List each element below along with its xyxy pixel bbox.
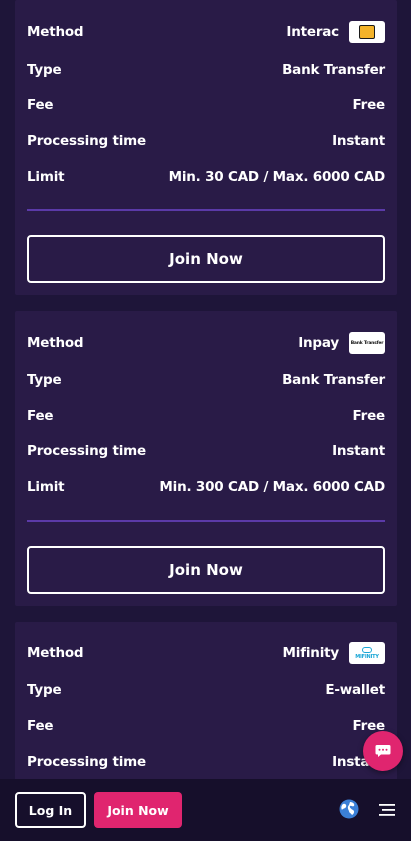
log-in-button[interactable]: Log In: [15, 792, 86, 828]
method-value: Mifinity MIFINITY: [283, 642, 385, 664]
method-value: Inpay Bank Transfer: [298, 332, 385, 354]
limit-value: Min. 300 CAD / Max. 6000 CAD: [159, 479, 385, 495]
interac-logo-icon: [349, 21, 385, 43]
type-row: Type Bank Transfer: [27, 369, 385, 391]
method-label: Method: [27, 645, 84, 661]
payment-card-inpay: Method Inpay Bank Transfer Type Bank Tra…: [15, 311, 397, 606]
inpay-logo-icon: Bank Transfer: [349, 332, 385, 354]
type-label: Type: [27, 682, 62, 698]
method-value: Interac: [286, 21, 385, 43]
fee-row: Fee Free: [27, 94, 385, 116]
limit-row: Limit Min. 300 CAD / Max. 6000 CAD: [27, 476, 385, 498]
fee-value: Free: [352, 97, 385, 113]
method-label: Method: [27, 335, 84, 351]
processing-time-value: Instant: [332, 443, 385, 459]
type-value: Bank Transfer: [282, 372, 385, 388]
mifinity-logo-text: MIFINITY: [355, 653, 379, 660]
processing-time-row: Processing time Instant: [27, 130, 385, 152]
method-name: Interac: [286, 24, 339, 40]
method-row: Method Interac: [27, 21, 385, 43]
type-label: Type: [27, 372, 62, 388]
fee-label: Fee: [27, 408, 54, 424]
bottom-navigation-bar: Log In Join Now: [0, 779, 411, 841]
limit-label: Limit: [27, 479, 65, 495]
processing-time-label: Processing time: [27, 443, 146, 459]
processing-time-value: Instant: [332, 133, 385, 149]
fee-row: Fee Free: [27, 715, 385, 737]
type-row: Type Bank Transfer: [27, 59, 385, 81]
globe-icon[interactable]: [339, 799, 359, 819]
type-value: E-wallet: [325, 682, 385, 698]
method-row: Method Mifinity MIFINITY: [27, 642, 385, 664]
method-row: Method Inpay Bank Transfer: [27, 332, 385, 354]
fee-value: Free: [352, 408, 385, 424]
fee-row: Fee Free: [27, 405, 385, 427]
processing-time-label: Processing time: [27, 133, 146, 149]
processing-time-row: Processing time Instant: [27, 751, 385, 773]
limit-value: Min. 30 CAD / Max. 6000 CAD: [168, 169, 386, 185]
mifinity-logo-icon: MIFINITY: [349, 642, 385, 664]
processing-time-row: Processing time Instant: [27, 440, 385, 462]
type-value: Bank Transfer: [282, 62, 385, 78]
type-row: Type E-wallet: [27, 679, 385, 701]
join-now-nav-button[interactable]: Join Now: [94, 792, 182, 828]
fee-label: Fee: [27, 97, 54, 113]
chat-button[interactable]: [363, 731, 403, 771]
card-divider: [27, 209, 385, 211]
hamburger-menu-icon[interactable]: [379, 803, 395, 817]
join-now-button[interactable]: Join Now: [27, 235, 385, 283]
join-now-button[interactable]: Join Now: [27, 546, 385, 594]
payment-methods-list[interactable]: Method Interac Type Bank Transfer Fee Fr…: [0, 0, 411, 841]
method-name: Mifinity: [282, 645, 340, 661]
inpay-logo-text: Bank Transfer: [350, 340, 384, 346]
type-label: Type: [27, 62, 62, 78]
limit-label: Limit: [27, 169, 65, 185]
card-divider: [27, 520, 385, 522]
payment-card-interac: Method Interac Type Bank Transfer Fee Fr…: [15, 0, 397, 295]
method-name: Inpay: [298, 335, 339, 351]
limit-row: Limit Min. 30 CAD / Max. 6000 CAD: [27, 166, 385, 188]
chat-bubble-icon: [375, 745, 391, 757]
processing-time-label: Processing time: [27, 754, 146, 770]
fee-label: Fee: [27, 718, 54, 734]
method-label: Method: [27, 24, 84, 40]
